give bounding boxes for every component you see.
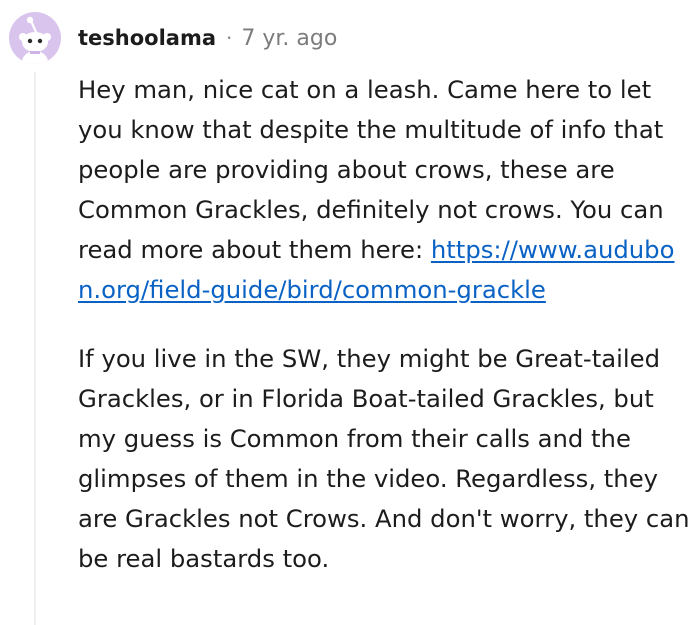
avatar[interactable] [9, 12, 61, 64]
meta-separator: · [226, 26, 233, 50]
snoo-avatar-icon [19, 16, 51, 64]
comment-timestamp[interactable]: 7 yr. ago [241, 26, 337, 51]
comment-meta: teshoolama · 7 yr. ago [78, 22, 337, 54]
comment-body: Hey man, nice cat on a leash. Came here … [78, 70, 690, 579]
comment-author[interactable]: teshoolama [78, 26, 216, 50]
thread-line[interactable] [34, 72, 36, 625]
comment-paragraph-2: If you live in the SW, they might be Gre… [78, 344, 690, 573]
comment: teshoolama · 7 yr. ago Hey man, nice cat… [0, 0, 700, 625]
comment-paragraph-1: Hey man, nice cat on a leash. Came here … [78, 70, 690, 310]
